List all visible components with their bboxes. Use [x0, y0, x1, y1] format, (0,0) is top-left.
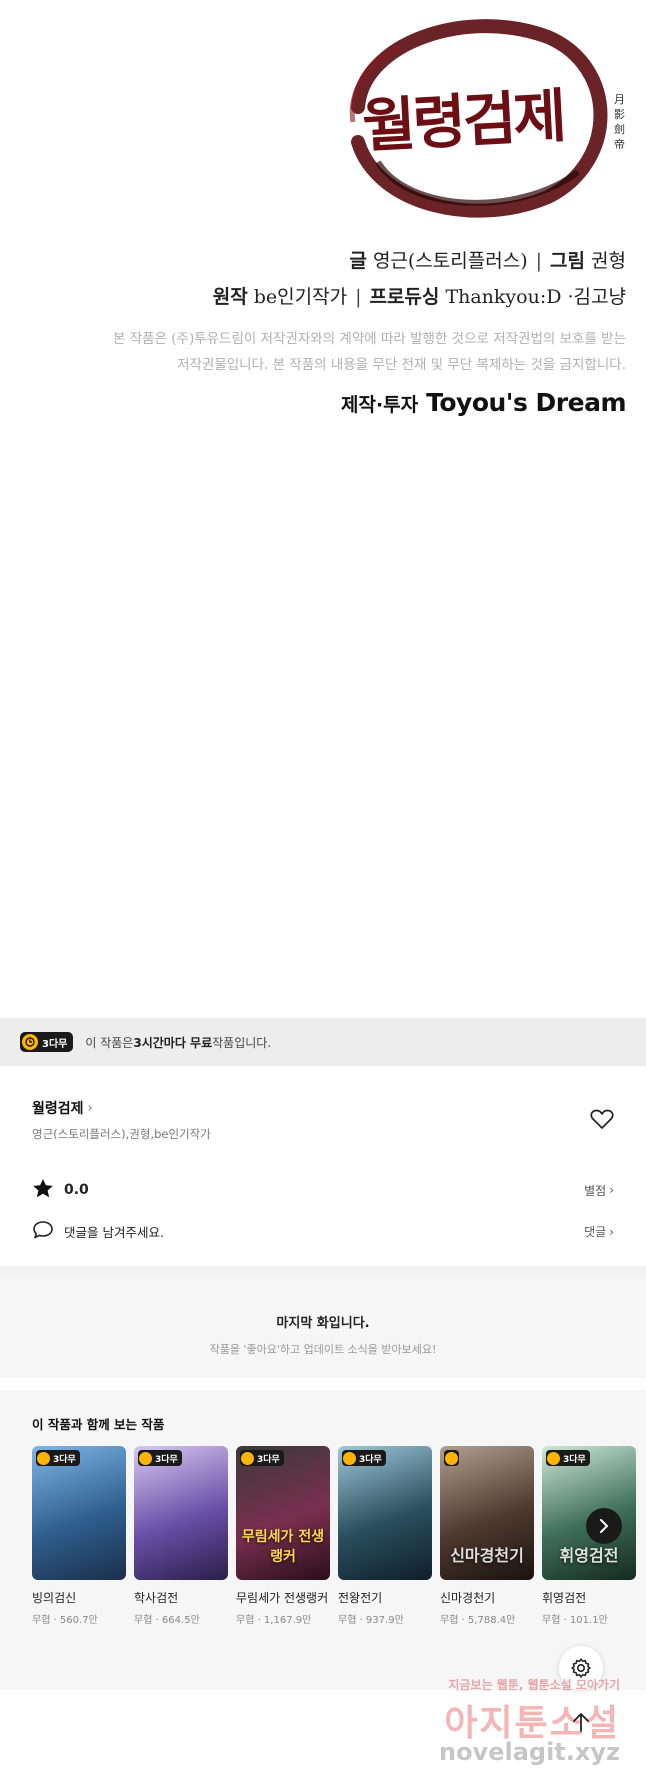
banner-text-bold: 3시간마다 무료 — [133, 1035, 213, 1050]
free-badge-label: 3다무 — [42, 1038, 68, 1050]
recommendation-title: 전왕전기 — [338, 1591, 383, 1605]
original-value: be인기작가 — [253, 286, 348, 308]
section-divider — [0, 1266, 646, 1278]
free-badge: 3다무 — [20, 1032, 74, 1052]
chevron-right-icon: › — [609, 1224, 614, 1239]
recommendation-title: 학사검전 — [134, 1591, 179, 1605]
original-label: 원작 — [212, 286, 248, 308]
chevron-right-icon — [600, 1519, 608, 1533]
rating-link-label: 별점 — [584, 1183, 607, 1198]
recommendation-title: 신마경천기 — [440, 1591, 496, 1605]
producing-value: Thankyou:D ·김고냥 — [445, 286, 626, 308]
clock-icon — [343, 1451, 356, 1465]
rating-link[interactable]: 별점 › — [584, 1182, 614, 1199]
free-notice-banner: 3다무 이 작품은 3시간마다 무료 작품입니다. — [0, 1018, 646, 1066]
logo-hanja: 月影劍帝 — [614, 93, 625, 151]
work-info: 월령검제 › 영근(스토리플러스),권형,be인기작가 0.0 별점 › 댓글을… — [0, 1066, 646, 1266]
story-label: 글 — [349, 250, 367, 272]
recommendation-title: 무림세가 전생랭커 — [236, 1591, 329, 1605]
clock-icon — [37, 1451, 50, 1465]
thumbnail-title-art: 휘영검전 — [559, 1546, 619, 1565]
credit-line-story: 글 영근(스토리플러스) | 그림 권형 — [349, 246, 626, 273]
copyright-notice: 본 작품은 (주)투유드림이 저작권자와의 계약에 따라 발행한 것으로 저작권… — [6, 326, 626, 378]
work-title-link[interactable]: 월령검제 › — [32, 1098, 93, 1118]
recommendation-list: 3다무 빙의검신 무협 · 560.7만 3다무 학사검전 무협 · 664.5… — [32, 1446, 636, 1626]
separator: | — [535, 250, 543, 272]
recommendation-meta: 무협 · 560.7만 — [32, 1615, 98, 1626]
section-divider — [0, 1378, 646, 1390]
banner-text-pre: 이 작품은 — [85, 1035, 134, 1050]
last-episode-title: 마지막 화입니다. — [276, 1316, 370, 1331]
story-value: 영근(스토리플러스) — [372, 250, 528, 272]
recommendation-thumbnail: 3다무 — [338, 1446, 432, 1580]
watermark-tagline: 지금보는 웹툰, 웹툰소설 모아가기 — [448, 1678, 620, 1692]
credit-line-original: 원작 be인기작가 | 프로듀싱 Thankyou:D ·김고냥 — [213, 282, 626, 309]
recommendation-meta: 무협 · 664.5만 — [134, 1615, 200, 1626]
recommendation-card[interactable]: 3다무 무림세가 전생랭커 무림세가 전생랭커 무협 · 1,167.9만 — [236, 1446, 330, 1626]
comment-prompt: 댓글을 남겨주세요. — [64, 1225, 164, 1240]
clock-icon — [547, 1451, 560, 1465]
rating-row: 0.0 별점 › — [32, 1178, 614, 1202]
producer-brand-logo: Toyou's Dream — [426, 388, 626, 417]
credits-page: 월령검제 月影劍帝 글 영근(스토리플러스) | 그림 권형 원작 be인기작가 | 프… — [0, 0, 646, 440]
arrow-up-icon — [573, 1713, 589, 1732]
free-badge — [444, 1450, 459, 1466]
scroll-top-button[interactable] — [559, 1700, 603, 1744]
recommendation-meta: 무협 · 101.1만 — [542, 1615, 608, 1626]
free-badge: 3다무 — [342, 1450, 386, 1466]
separator: | — [355, 286, 362, 308]
recommendation-thumbnail: 3다무 무림세가 전생랭커 — [236, 1446, 330, 1580]
recommendation-title: 휘영검전 — [542, 1591, 587, 1605]
comment-link-label: 댓글 — [584, 1225, 607, 1239]
clock-icon — [445, 1451, 458, 1465]
thumbnail-title-art: 신마경천기 — [450, 1546, 524, 1565]
producer-label: 제작·투자 — [340, 394, 419, 416]
recommendation-meta: 무협 · 5,788.4만 — [440, 1615, 516, 1626]
star-icon — [32, 1178, 54, 1202]
recommendation-card[interactable]: 신마경천기 신마경천기 무협 · 5,788.4만 — [440, 1446, 534, 1626]
recommendation-title: 빙의검신 — [32, 1591, 77, 1605]
clock-icon — [22, 1034, 38, 1050]
producer-credit: 제작·투자 Toyou's Dream — [340, 388, 627, 417]
recommendation-thumbnail: 신마경천기 — [440, 1446, 534, 1580]
producing-label: 프로듀싱 — [369, 286, 440, 308]
recommendations-heading: 이 작품과 함께 보는 작품 — [32, 1417, 165, 1432]
logo-title: 월령검제 — [360, 81, 566, 161]
watermark-url: novelagit.xyz — [438, 1738, 620, 1766]
carousel-next-button[interactable] — [586, 1508, 622, 1544]
free-badge: 3다무 — [138, 1450, 182, 1466]
notice-line: 저작권물입니다. 본 작품의 내용을 무단 전재 및 무단 복제하는 것을 금지… — [177, 357, 626, 373]
clock-icon — [139, 1451, 152, 1465]
notice-line: 본 작품은 (주)투유드림이 저작권자와의 계약에 따라 발행한 것으로 저작권… — [113, 331, 626, 347]
recommendation-thumbnail: 3다무 — [134, 1446, 228, 1580]
rating-score: 0.0 — [64, 1182, 89, 1198]
recommendation-thumbnail: 3다무 휘영검전 — [542, 1446, 636, 1580]
banner-text-post: 작품입니다. — [212, 1035, 272, 1050]
art-value: 권형 — [591, 250, 626, 272]
comment-icon — [32, 1220, 54, 1243]
series-logo: 월령검제 月影劍帝 — [318, 12, 628, 222]
comment-link[interactable]: 댓글 › — [584, 1223, 614, 1240]
recommendation-thumbnail: 3다무 — [32, 1446, 126, 1580]
heart-icon[interactable] — [590, 1108, 614, 1134]
last-episode-notice: 마지막 화입니다. 작품을 '좋아요'하고 업데이트 소식을 받아보세요! — [0, 1278, 646, 1378]
work-authors: 영근(스토리플러스),권형,be인기작가 — [32, 1127, 211, 1141]
thumbnail-title-art: 무림세가 전생랭커 — [241, 1529, 325, 1565]
recommendation-card[interactable]: 3다무 빙의검신 무협 · 560.7만 — [32, 1446, 126, 1626]
work-title: 월령검제 — [32, 1101, 84, 1117]
comment-row[interactable]: 댓글을 남겨주세요. 댓글 › — [32, 1220, 614, 1243]
chevron-right-icon: › — [609, 1183, 614, 1197]
recommendation-card[interactable]: 3다무 전왕전기 무협 · 937.9만 — [338, 1446, 432, 1626]
clock-icon — [241, 1451, 254, 1465]
recommendation-meta: 무협 · 1,167.9만 — [236, 1615, 312, 1626]
last-episode-subtitle: 작품을 '좋아요'하고 업데이트 소식을 받아보세요! — [209, 1343, 437, 1356]
free-badge: 3다무 — [546, 1450, 590, 1466]
art-label: 그림 — [550, 250, 585, 272]
chevron-right-icon: › — [87, 1100, 93, 1116]
free-badge: 3다무 — [36, 1450, 80, 1466]
free-badge: 3다무 — [240, 1450, 284, 1466]
recommendations: 이 작품과 함께 보는 작품 3다무 빙의검신 무협 · 560.7만 3다무 … — [0, 1390, 646, 1690]
recommendation-meta: 무협 · 937.9만 — [338, 1615, 404, 1626]
recommendation-card[interactable]: 3다무 학사검전 무협 · 664.5만 — [134, 1446, 228, 1626]
